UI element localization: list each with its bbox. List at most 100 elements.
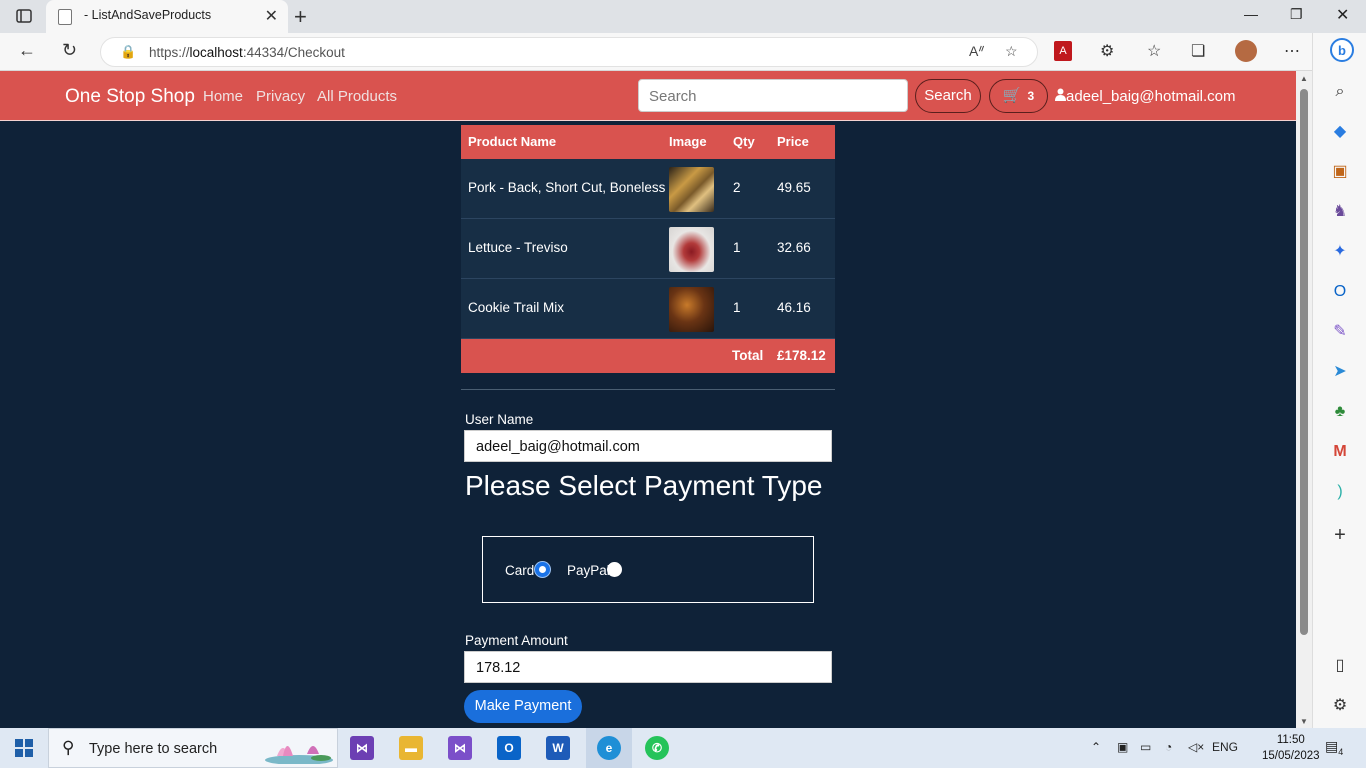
file-explorer-icon[interactable]: ▬ — [399, 736, 423, 760]
sidebar-toggle-icon[interactable]: ▯ — [1330, 656, 1350, 676]
product-qty: 2 — [733, 180, 741, 195]
whatsapp-icon[interactable]: ✆ — [645, 736, 669, 760]
cookie-product-image — [669, 287, 714, 332]
read-aloud-icon[interactable]: A︎ᐥ — [969, 43, 985, 60]
battery-icon[interactable]: ▭ — [1140, 740, 1151, 754]
product-qty: 1 — [733, 240, 741, 255]
tab-actions-icon[interactable] — [12, 6, 36, 26]
close-tab-icon[interactable]: ✕ — [265, 6, 278, 26]
refresh-icon[interactable]: ↻ — [62, 40, 77, 61]
edge-sidebar: b ⌕ ◆ ▣ ♞ ✦ O ✎ ➤ ♣ M ) + ▯ ⚙ — [1312, 33, 1366, 728]
profile-avatar[interactable] — [1235, 40, 1257, 62]
designer-icon[interactable]: ✎ — [1330, 322, 1350, 342]
username-value: adeel_baig@hotmail.com — [476, 439, 640, 455]
payment-type-heading: Please Select Payment Type — [465, 470, 823, 501]
pork-product-image — [669, 167, 714, 212]
notification-icon[interactable]: ▤4 — [1325, 738, 1343, 757]
product-name: Pork - Back, Short Cut, Boneless — [468, 180, 666, 195]
username-label: User Name — [465, 412, 534, 427]
search-placeholder: Search — [649, 88, 697, 105]
outlook-taskbar-icon[interactable]: O — [497, 736, 521, 760]
paypal-radio[interactable] — [607, 562, 622, 577]
user-account-link[interactable]: adeel_baig@hotmail.com — [1055, 88, 1236, 105]
shopping-icon[interactable]: ◆ — [1330, 122, 1350, 142]
outlook-icon[interactable]: O — [1330, 282, 1350, 302]
windows-start-icon[interactable] — [15, 739, 33, 757]
taskbar-search-box[interactable]: ⚲ Type here to search — [48, 728, 338, 768]
edge-browser-icon[interactable]: e — [597, 736, 621, 760]
paypal-label[interactable]: PayPal — [567, 563, 610, 578]
gmail-icon[interactable]: M — [1330, 442, 1350, 462]
search-input[interactable]: Search — [638, 79, 908, 112]
close-window-icon[interactable]: ✕ — [1336, 5, 1349, 25]
games-icon[interactable]: ♞ — [1330, 202, 1350, 222]
cart-button[interactable]: 🛒 3 — [989, 79, 1048, 113]
back-icon[interactable]: ← — [18, 40, 36, 61]
more-icon[interactable]: ⋯ — [1284, 41, 1300, 61]
tray-chevron-icon[interactable]: ⌃ — [1091, 740, 1101, 754]
product-price: 32.66 — [777, 240, 811, 255]
section-divider — [461, 389, 835, 390]
product-price: 49.65 — [777, 180, 811, 195]
lock-icon[interactable]: 🔒 — [120, 44, 136, 60]
browser-tab[interactable]: - ListAndSaveProducts ✕ — [46, 0, 288, 33]
restore-icon[interactable]: ❐ — [1290, 6, 1303, 23]
card-radio[interactable] — [535, 562, 550, 577]
username-field[interactable]: adeel_baig@hotmail.com — [464, 430, 832, 462]
nav-all-products[interactable]: All Products — [317, 88, 397, 105]
collections-icon[interactable]: ❏ — [1191, 41, 1205, 61]
address-bar[interactable]: 🔒 https://localhost:44334/Checkout A︎ᐥ ☆ — [100, 37, 1038, 67]
make-payment-button[interactable]: Make Payment — [464, 690, 582, 723]
scroll-thumb[interactable] — [1300, 89, 1308, 635]
product-name: Lettuce - Treviso — [468, 240, 568, 255]
volume-icon[interactable]: ◁× — [1188, 740, 1204, 754]
cart-count: 3 — [1027, 89, 1035, 103]
browser-tab-strip: - ListAndSaveProducts ✕ + — ❐ ✕ — [0, 0, 1366, 33]
wifi-icon[interactable]: ◔ — [1165, 740, 1172, 754]
meet-now-icon[interactable]: ▣ — [1117, 740, 1128, 754]
visual-studio-icon[interactable]: ⋈ — [350, 736, 374, 760]
minimize-icon[interactable]: — — [1244, 6, 1258, 22]
add-favorite-icon[interactable]: ☆ — [1005, 43, 1018, 60]
page-icon — [58, 9, 72, 25]
card-label[interactable]: Card — [505, 563, 534, 578]
nav-home[interactable]: Home — [203, 88, 243, 105]
header-image: Image — [669, 134, 707, 149]
nav-privacy[interactable]: Privacy — [256, 88, 305, 105]
tools-icon[interactable]: ▣ — [1330, 162, 1350, 182]
add-icon[interactable]: + — [1330, 525, 1350, 545]
bing-chat-icon[interactable]: b — [1330, 38, 1354, 62]
tree-icon[interactable]: ♣ — [1330, 402, 1350, 422]
scroll-down-icon[interactable]: ▼ — [1300, 717, 1308, 726]
site-navbar: One Stop Shop Home Privacy All Products … — [0, 71, 1296, 121]
brand-link[interactable]: One Stop Shop — [65, 86, 195, 108]
settings-gear-icon[interactable]: ⚙ — [1330, 696, 1350, 716]
windows-taskbar: ⚲ Type here to search ⋈ ▬ ⋈ O W e ✆ ⌃ ▣ … — [0, 728, 1366, 768]
send-icon[interactable]: ➤ — [1330, 362, 1350, 382]
taskbar-clock[interactable]: 11:50 15/05/2023 — [1262, 732, 1320, 764]
favorites-icon[interactable]: ☆ — [1147, 41, 1161, 61]
payment-amount-field[interactable]: 178.12 — [464, 651, 832, 683]
search-button[interactable]: Search — [915, 79, 981, 113]
drop-icon[interactable]: ) — [1330, 482, 1350, 502]
search-icon[interactable]: ⌕ — [1330, 82, 1350, 102]
payment-amount-label: Payment Amount — [465, 633, 568, 648]
search-icon: ⚲ — [62, 738, 75, 757]
scroll-up-icon[interactable]: ▲ — [1300, 74, 1308, 83]
total-label: Total — [732, 348, 764, 363]
clock-date: 15/05/2023 — [1262, 750, 1320, 762]
microsoft-365-icon[interactable]: ✦ — [1330, 242, 1350, 262]
header-qty: Qty — [733, 134, 755, 149]
cart-icon: 🛒 — [1002, 87, 1022, 104]
page-scrollbar[interactable]: ▲ ▼ — [1296, 71, 1312, 728]
word-icon[interactable]: W — [546, 736, 570, 760]
table-header: Product Name Image Qty Price — [461, 125, 835, 159]
lettuce-product-image — [669, 227, 714, 272]
pdf-extension-icon[interactable]: A — [1054, 41, 1072, 61]
table-row: Lettuce - Treviso 1 32.66 — [461, 219, 835, 279]
product-qty: 1 — [733, 300, 741, 315]
new-tab-icon[interactable]: + — [294, 4, 307, 30]
extensions-icon[interactable]: ⚙ — [1100, 41, 1114, 61]
visual-studio-preview-icon[interactable]: ⋈ — [448, 736, 472, 760]
language-indicator[interactable]: ENG — [1212, 740, 1238, 754]
